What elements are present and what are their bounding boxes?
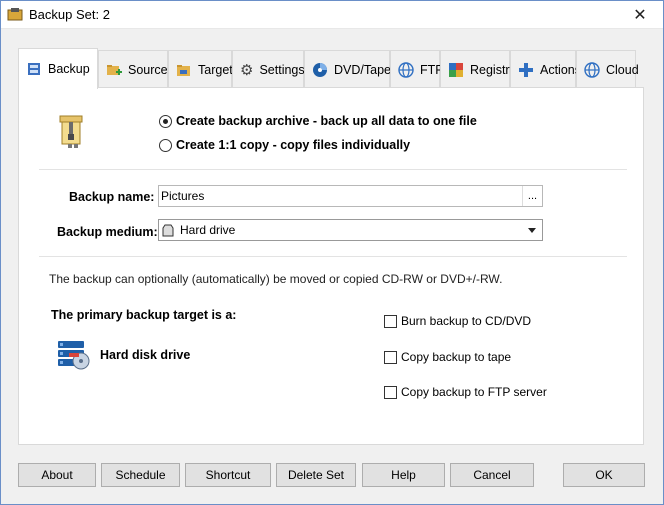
- backup-set-window: Backup Set: 2 ✕ Backup Source Target ⚙ S…: [0, 0, 664, 505]
- globe-icon: [584, 61, 600, 78]
- tab-label: Source: [128, 62, 168, 77]
- radio-button-selected[interactable]: [159, 114, 172, 128]
- backup-name-field[interactable]: Pictures ...: [158, 185, 543, 207]
- radio-create-copy[interactable]: Create 1:1 copy - copy files individuall…: [159, 138, 410, 152]
- close-icon: ✕: [633, 7, 647, 24]
- divider: [39, 169, 627, 170]
- title-bar: Backup Set: 2 ✕: [1, 1, 663, 29]
- delete-set-button[interactable]: Delete Set: [276, 463, 356, 487]
- backup-medium-value: Hard drive: [180, 223, 236, 237]
- cancel-button[interactable]: Cancel: [450, 463, 534, 487]
- hard-drive-icon: [162, 224, 174, 236]
- backup-tab-panel: Create backup archive - back up all data…: [18, 87, 644, 445]
- help-button[interactable]: Help: [362, 463, 445, 487]
- close-button[interactable]: ✕: [617, 1, 663, 29]
- tab-settings[interactable]: ⚙ Settings: [232, 50, 305, 88]
- about-button[interactable]: About: [18, 463, 96, 487]
- target-device-label: Hard disk drive: [100, 348, 191, 362]
- ok-button[interactable]: OK: [563, 463, 645, 487]
- target-folder-icon: [176, 62, 192, 78]
- gear-icon: ⚙: [240, 61, 254, 79]
- backup-medium-label: Backup medium:: [57, 225, 158, 239]
- disc-icon: [312, 62, 328, 78]
- checkbox-label: Copy backup to tape: [401, 350, 512, 364]
- tab-label: Cloud: [606, 62, 639, 77]
- radio-copy-label: Create 1:1 copy - copy files individuall…: [176, 138, 411, 152]
- zip-archive-icon: [59, 115, 83, 148]
- globe-icon: [398, 61, 414, 78]
- tab-cloud[interactable]: Cloud: [576, 50, 639, 88]
- optional-copy-info: The backup can optionally (automatically…: [49, 272, 503, 286]
- tab-label: Target: [198, 62, 233, 77]
- hard-disk-drive-icon: [58, 341, 90, 370]
- radio-button[interactable]: [159, 138, 172, 152]
- source-folder-icon: [106, 62, 122, 78]
- radio-archive-label: Create backup archive - back up all data…: [176, 114, 477, 128]
- tab-source[interactable]: Source: [98, 50, 168, 88]
- checkbox-label: Burn backup to CD/DVD: [401, 314, 532, 328]
- plus-icon: [518, 62, 534, 78]
- shortcut-button[interactable]: Shortcut: [185, 463, 271, 487]
- tab-target[interactable]: Target: [168, 50, 233, 88]
- checkbox[interactable]: [384, 350, 397, 364]
- tab-label: Backup: [48, 62, 90, 76]
- chevron-down-icon[interactable]: [528, 228, 536, 233]
- tab-ftp[interactable]: FTP: [390, 50, 444, 88]
- app-icon: [7, 8, 23, 21]
- checkbox[interactable]: [384, 314, 397, 328]
- backup-name-value: Pictures: [161, 189, 205, 203]
- window-title: Backup Set: 2: [29, 7, 110, 22]
- primary-target-heading: The primary backup target is a:: [51, 308, 237, 322]
- tab-dvd-tape[interactable]: DVD/Tape: [304, 50, 391, 88]
- tab-actions[interactable]: Actions: [510, 50, 581, 88]
- copy-to-ftp-checkbox[interactable]: Copy backup to FTP server: [384, 385, 547, 399]
- tab-backup[interactable]: Backup: [18, 48, 98, 89]
- archive-icon: [26, 61, 42, 77]
- schedule-button[interactable]: Schedule: [101, 463, 180, 487]
- burn-cd-dvd-checkbox[interactable]: Burn backup to CD/DVD: [384, 314, 531, 328]
- tab-label: Registry: [470, 62, 516, 77]
- divider: [39, 256, 627, 257]
- tab-label: Settings: [259, 62, 305, 77]
- tab-label: DVD/Tape: [334, 62, 391, 77]
- tab-registry[interactable]: Registry: [440, 50, 516, 88]
- copy-to-tape-checkbox[interactable]: Copy backup to tape: [384, 350, 511, 364]
- radio-create-archive[interactable]: Create backup archive - back up all data…: [159, 114, 477, 128]
- browse-button[interactable]: ...: [522, 186, 542, 206]
- registry-icon: [448, 62, 464, 78]
- backup-name-label: Backup name:: [69, 190, 155, 204]
- checkbox[interactable]: [384, 385, 397, 399]
- tab-label: Actions: [540, 62, 581, 77]
- checkbox-label: Copy backup to FTP server: [401, 385, 547, 399]
- backup-medium-dropdown[interactable]: Hard drive: [158, 219, 543, 241]
